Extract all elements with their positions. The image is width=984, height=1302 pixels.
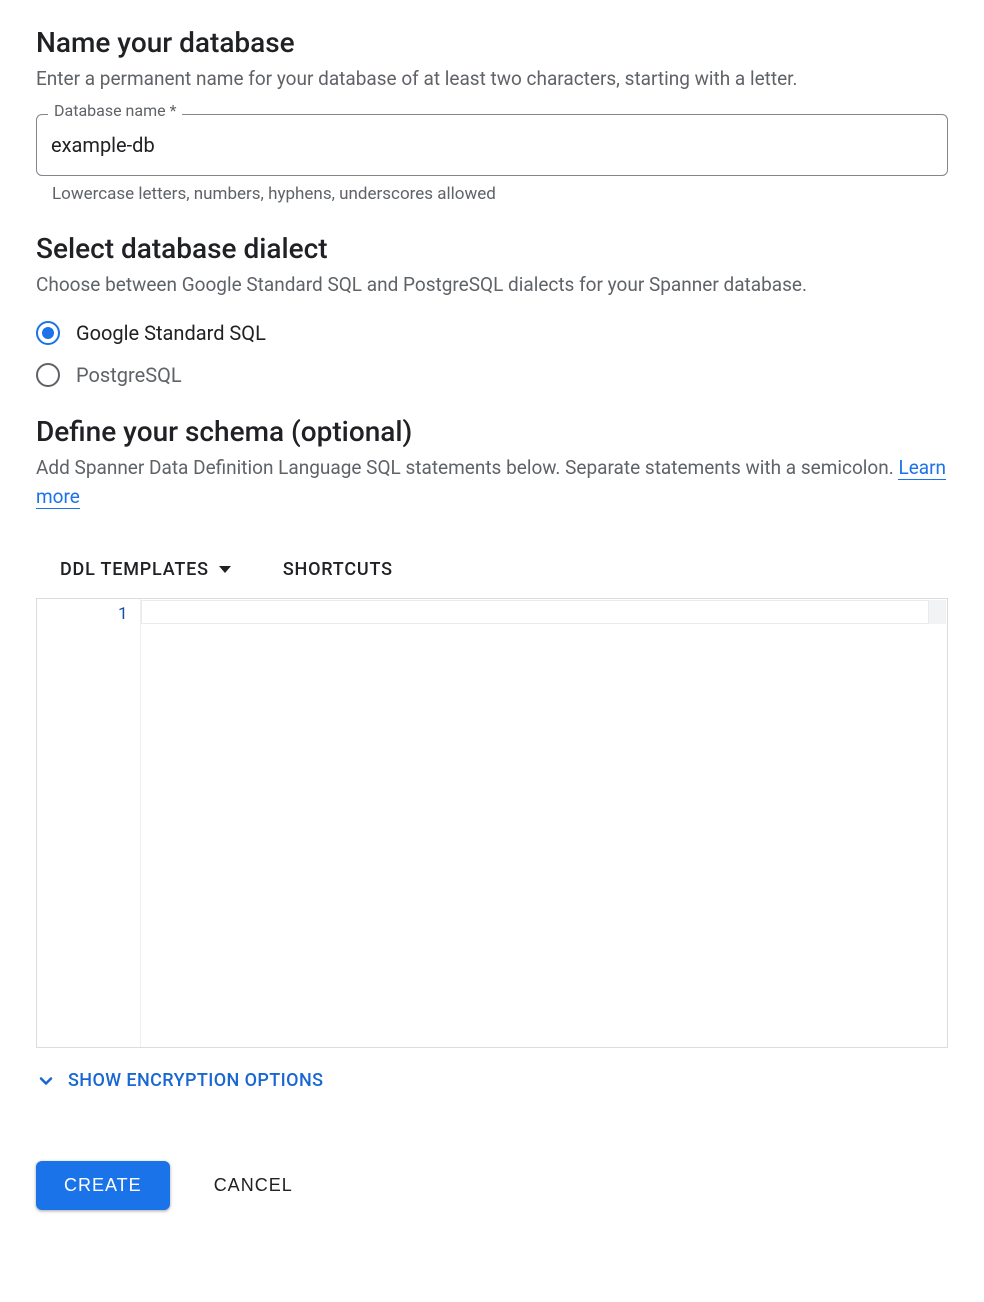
editor-code-area[interactable] (141, 599, 947, 1047)
ddl-templates-dropdown[interactable]: DDL TEMPLATES (60, 559, 231, 580)
radio-unselected-icon (36, 363, 60, 387)
name-db-title: Name your database (36, 26, 948, 59)
editor-gutter: 1 (37, 599, 141, 1047)
show-encryption-toggle[interactable]: SHOW ENCRYPTION OPTIONS (36, 1070, 948, 1091)
shortcuts-button[interactable]: SHORTCUTS (283, 559, 393, 580)
ddl-editor[interactable]: 1 (36, 598, 948, 1048)
editor-scrollbar[interactable] (929, 600, 946, 624)
dialect-desc: Choose between Google Standard SQL and P… (36, 271, 948, 300)
editor-toolbar: DDL TEMPLATES SHORTCUTS (36, 531, 948, 598)
radio-selected-icon (36, 321, 60, 345)
dialect-option-label: Google Standard SQL (76, 321, 266, 345)
dialect-option-postgresql[interactable]: PostgreSQL (36, 363, 948, 387)
database-name-input[interactable] (36, 114, 948, 176)
show-encryption-label: SHOW ENCRYPTION OPTIONS (68, 1070, 323, 1091)
dialect-radio-group: Google Standard SQL PostgreSQL (36, 321, 948, 387)
name-db-desc: Enter a permanent name for your database… (36, 65, 948, 94)
shortcuts-label: SHORTCUTS (283, 559, 393, 580)
dialect-option-label: PostgreSQL (76, 363, 182, 387)
dropdown-arrow-icon (219, 566, 231, 573)
schema-desc: Add Spanner Data Definition Language SQL… (36, 454, 948, 511)
current-line-highlight (141, 600, 929, 624)
schema-desc-text: Add Spanner Data Definition Language SQL… (36, 456, 898, 479)
create-button[interactable]: CREATE (36, 1161, 170, 1210)
chevron-down-icon (36, 1071, 56, 1091)
dialect-option-google-sql[interactable]: Google Standard SQL (36, 321, 948, 345)
schema-title: Define your schema (optional) (36, 415, 948, 448)
cancel-button[interactable]: CANCEL (214, 1175, 293, 1196)
line-number: 1 (37, 601, 128, 624)
action-buttons: CREATE CANCEL (36, 1161, 948, 1210)
database-name-label: Database name * (48, 103, 182, 119)
database-name-helper: Lowercase letters, numbers, hyphens, und… (52, 184, 948, 204)
ddl-templates-label: DDL TEMPLATES (60, 559, 209, 580)
database-name-field-wrapper: Database name * (36, 114, 948, 176)
dialect-title: Select database dialect (36, 232, 948, 265)
